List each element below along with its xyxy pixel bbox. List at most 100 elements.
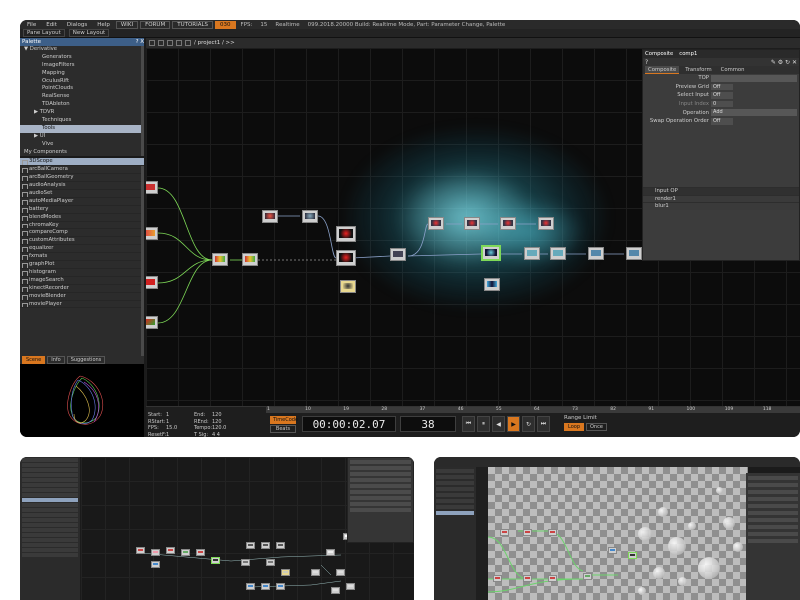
palette-category-item[interactable]: ▶ UI [20, 133, 144, 141]
palette-component-item[interactable]: kinectRecorder [20, 285, 144, 293]
palette-category-item[interactable]: ▶ TDVR [20, 109, 144, 117]
step-back-button[interactable]: ◀ [492, 416, 505, 432]
palette-component-item[interactable]: chromaKey [20, 222, 144, 230]
palette-category-item[interactable]: TDAbleton [20, 101, 144, 109]
grid-icon[interactable] [158, 40, 164, 46]
over-node[interactable] [626, 247, 642, 260]
feedback-node-4[interactable] [538, 217, 554, 230]
tab-suggestions[interactable]: Suggestions [66, 356, 106, 364]
screenshot-thumbnail-1[interactable] [20, 457, 414, 600]
input-node-1[interactable] [146, 181, 158, 194]
movie-in-node-2[interactable] [302, 210, 318, 223]
null-node[interactable] [484, 278, 500, 291]
menu-edit[interactable]: Edit [42, 22, 61, 28]
palette-component-item[interactable]: compareComp [20, 229, 144, 238]
feedback-node-2[interactable] [464, 217, 480, 230]
edge-node[interactable] [588, 247, 604, 260]
level-node-2[interactable] [550, 247, 566, 260]
composite-node-selected[interactable] [481, 245, 501, 261]
palette-component-item[interactable]: audioAnalysis [20, 182, 144, 191]
timecode-button[interactable]: TimeCode [270, 416, 298, 424]
star-icon[interactable] [176, 40, 182, 46]
palette-category-item[interactable]: RealSense [20, 93, 144, 101]
palette-component-item[interactable]: battery [20, 206, 144, 214]
blur-node[interactable] [524, 247, 540, 260]
palette-component-item[interactable]: imageSearch [20, 277, 144, 285]
input-op-row[interactable]: render1 [643, 194, 799, 202]
add-icon[interactable] [167, 40, 173, 46]
movie-in-node-1[interactable] [262, 210, 278, 223]
param-value-field[interactable]: Off [711, 118, 733, 125]
palette-category-item[interactable]: OculusRift [20, 78, 144, 86]
timeline-info-value[interactable]: 4 4 [212, 432, 242, 437]
param-value-field[interactable]: Off [711, 83, 733, 91]
play-button[interactable]: ▶ [507, 416, 520, 432]
input-node-4[interactable] [146, 316, 158, 329]
palette-category-item[interactable]: Generators [20, 54, 144, 62]
param-value-field[interactable]: 0 [711, 100, 733, 108]
forum-button[interactable]: FORUM [140, 20, 171, 29]
palette-category-item[interactable]: Tools [20, 124, 144, 133]
palette-component-item[interactable]: histogram [20, 269, 144, 277]
palette-category-item[interactable]: PointClouds [20, 85, 144, 93]
frame-display[interactable]: 38 [400, 416, 456, 432]
param-value-field[interactable]: Off [711, 92, 733, 99]
palette-component-item[interactable]: movieBlender [20, 293, 144, 301]
transform-node[interactable] [390, 248, 406, 261]
new-layout-button[interactable]: New Layout [68, 29, 110, 37]
param-tool-icons[interactable]: ✎ ⚙ ↻ ✕ [771, 59, 797, 66]
param-op-name[interactable]: comp1 [679, 51, 697, 57]
param-value-field[interactable] [711, 75, 797, 82]
palette-component-item[interactable]: arcBallGeometry [20, 174, 144, 183]
palette-component-item[interactable]: moviePlayer [20, 301, 144, 309]
rewind-button[interactable]: ⏮ [462, 416, 475, 432]
tab-transform[interactable]: Transform [682, 66, 714, 74]
switch-node[interactable] [212, 253, 228, 266]
palette-component-item[interactable]: autoMediaPlayer [20, 198, 144, 206]
geometry-node[interactable] [336, 250, 356, 266]
palette-category-item[interactable]: ImageFilters [20, 62, 144, 70]
menu-file[interactable]: File [23, 22, 40, 28]
pane-layout-button[interactable]: Pane Layout [23, 29, 65, 37]
palette-category-item[interactable]: ▼ Derivative [20, 46, 144, 54]
tab-common[interactable]: Common [718, 66, 748, 74]
realtime-toggle[interactable]: Realtime [272, 22, 302, 28]
palette-component-item[interactable]: blendModes [20, 214, 144, 222]
palette-component-item[interactable]: graphPlot [20, 261, 144, 269]
menu-dialogs[interactable]: Dialogs [63, 22, 91, 28]
feedback-node-3[interactable] [500, 217, 516, 230]
step-forward-button[interactable]: ⏭ [537, 416, 550, 432]
palette-scrollbar-bottom[interactable] [141, 166, 144, 356]
tab-scene[interactable]: Scene [22, 356, 46, 364]
palette-component-item[interactable]: fxmats [20, 253, 144, 262]
palette-component-item[interactable]: customAttributes [20, 237, 144, 246]
tab-composite[interactable]: Composite [645, 66, 680, 74]
input-node-2[interactable] [146, 227, 158, 240]
input-node-3[interactable] [146, 276, 158, 289]
level-node[interactable] [242, 253, 258, 266]
palette-component-item[interactable]: 3DScope [20, 158, 144, 167]
palette-component-item[interactable]: audioSet [20, 190, 144, 198]
render-node[interactable] [336, 226, 356, 242]
palette-scrollbar-top[interactable] [141, 46, 144, 156]
palette-category-item[interactable]: Vive [20, 141, 144, 149]
feedback-node-1[interactable] [428, 217, 444, 230]
help-icon[interactable]: ? [645, 59, 648, 66]
settings-icon[interactable] [185, 40, 191, 46]
timeline-ruler[interactable]: 1 10 19 28 37 46 55 64 73 82 91 100 109 118 [266, 407, 800, 413]
palette-category-item[interactable]: Mapping [20, 70, 144, 78]
beats-button[interactable]: Beats [270, 425, 296, 433]
param-value-field[interactable]: Add [711, 109, 797, 116]
camera-node[interactable] [340, 280, 356, 293]
palette-component-item[interactable]: arcBallCamera [20, 166, 144, 175]
screenshot-thumbnail-2[interactable] [434, 457, 800, 600]
palette-component-item[interactable]: equalizer [20, 245, 144, 254]
pause-button[interactable]: ⏸ [477, 416, 490, 432]
input-op-row[interactable]: blur1 [643, 202, 799, 210]
once-range-button[interactable]: Once [586, 423, 607, 431]
palette-category-item[interactable]: My Components [20, 149, 144, 157]
timeline-info-value[interactable]: 1 [166, 432, 194, 437]
home-icon[interactable] [149, 40, 155, 46]
palette-header-controls[interactable]: ? X [136, 39, 144, 45]
wiki-button[interactable]: WIKI [115, 20, 139, 29]
